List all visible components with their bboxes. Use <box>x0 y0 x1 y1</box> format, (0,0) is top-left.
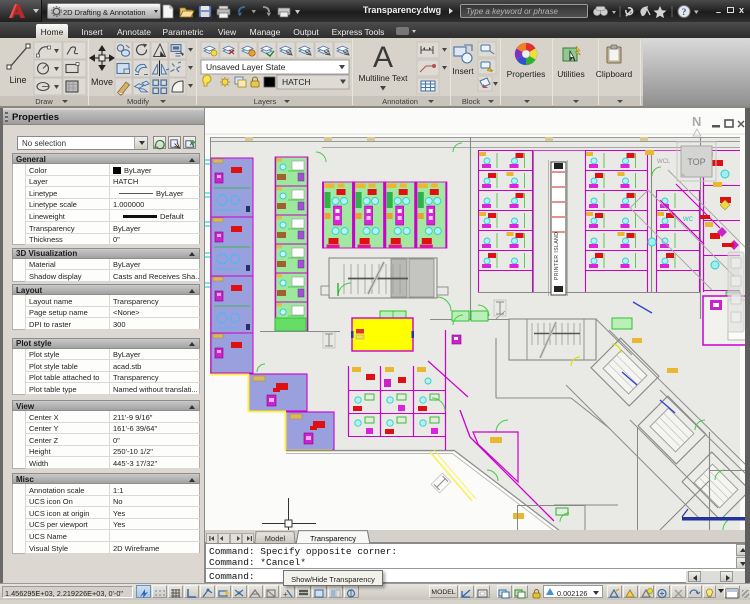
svg-text:WCL: WCL <box>657 159 671 165</box>
svg-text:WC: WC <box>683 217 694 223</box>
svg-text:TOP: TOP <box>687 157 705 167</box>
svg-text:?: ? <box>682 8 687 18</box>
svg-text:Clipboard: Clipboard <box>596 69 633 79</box>
svg-text:Insert: Insert <box>452 66 474 76</box>
svg-text:PRINTER ISLAND: PRINTER ISLAND <box>554 232 560 280</box>
svg-text:Utilities: Utilities <box>557 69 584 79</box>
svg-text:Line: Line <box>9 75 26 85</box>
svg-text:Move: Move <box>91 77 113 87</box>
svg-text:Unsaved Layer State: Unsaved Layer State <box>206 62 286 72</box>
svg-text:HATCH: HATCH <box>282 77 311 87</box>
svg-text:Properties: Properties <box>507 69 546 79</box>
svg-text:A: A <box>373 41 393 74</box>
svg-text:N: N <box>692 114 701 129</box>
svg-text:Multiline Text: Multiline Text <box>359 73 409 83</box>
